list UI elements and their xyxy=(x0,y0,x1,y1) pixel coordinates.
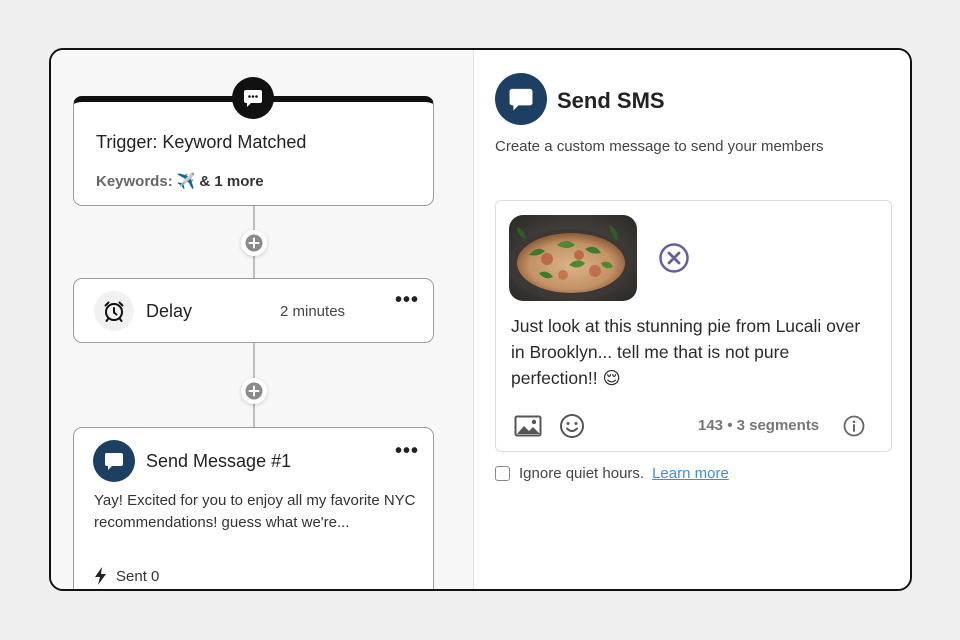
lightning-bolt-icon xyxy=(95,567,106,585)
quiet-hours-label: Ignore quiet hours. xyxy=(519,465,645,482)
quiet-hours-row: Ignore quiet hours. Learn more xyxy=(495,465,729,482)
trigger-title: Trigger: Keyword Matched xyxy=(96,132,307,152)
trigger-badge xyxy=(232,77,274,119)
chat-bubble-icon xyxy=(509,88,533,111)
flow-canvas: Trigger: Keyword Matched Keywords: ✈️ & … xyxy=(51,50,474,589)
delay-value: 2 minutes xyxy=(280,303,346,320)
delay-card[interactable]: Delay 2 minutes ••• xyxy=(73,278,434,343)
sent-count: Sent 0 xyxy=(94,567,159,585)
learn-more-link[interactable]: Learn more xyxy=(652,465,729,482)
trigger-keywords: Keywords: ✈️ & 1 more xyxy=(96,172,264,191)
app-window: Trigger: Keyword Matched Keywords: ✈️ & … xyxy=(49,48,912,591)
close-circle-icon[interactable] xyxy=(658,242,690,274)
delay-icon-wrap xyxy=(94,291,134,331)
chat-bubble-icon xyxy=(244,90,262,107)
image-icon[interactable] xyxy=(514,414,542,438)
pizza-photo xyxy=(509,215,637,301)
keywords-label: Keywords: xyxy=(96,172,173,190)
add-step-button[interactable] xyxy=(241,378,267,404)
sms-icon-wrap xyxy=(495,73,547,125)
delay-title: Delay xyxy=(146,301,193,321)
message-preview: Yay! Excited for you to enjoy all my fav… xyxy=(94,492,416,531)
more-options-button[interactable]: ••• xyxy=(395,441,419,461)
message-icon-wrap xyxy=(93,440,135,482)
sent-label: Sent 0 xyxy=(116,567,160,585)
send-message-card[interactable]: Send Message #1 ••• Yay! Excited for you… xyxy=(73,427,434,589)
keywords-more: & 1 more xyxy=(199,172,264,190)
add-step-button[interactable] xyxy=(241,230,267,256)
plus-icon xyxy=(245,234,263,252)
info-icon[interactable] xyxy=(843,415,865,437)
message-text[interactable]: Just look at this stunning pie from Luca… xyxy=(511,313,871,391)
panel-subtitle: Create a custom message to send your mem… xyxy=(495,138,824,155)
ignore-quiet-hours-checkbox[interactable] xyxy=(495,466,510,481)
more-options-button[interactable]: ••• xyxy=(395,290,419,310)
keyword-emoji: ✈️ xyxy=(176,173,196,190)
plus-icon xyxy=(245,382,263,400)
send-sms-panel: Send SMS Create a custom message to send… xyxy=(475,50,910,589)
alarm-clock-icon xyxy=(104,301,124,322)
attached-photo xyxy=(509,215,637,301)
message-title: Send Message #1 xyxy=(146,451,292,471)
panel-title: Send SMS xyxy=(557,88,665,113)
chat-bubble-icon xyxy=(105,453,123,470)
emoji-smile-icon[interactable] xyxy=(559,413,585,439)
message-composer[interactable]: Just look at this stunning pie from Luca… xyxy=(495,200,892,452)
segments-counter: 143 • 3 segments xyxy=(698,417,820,434)
